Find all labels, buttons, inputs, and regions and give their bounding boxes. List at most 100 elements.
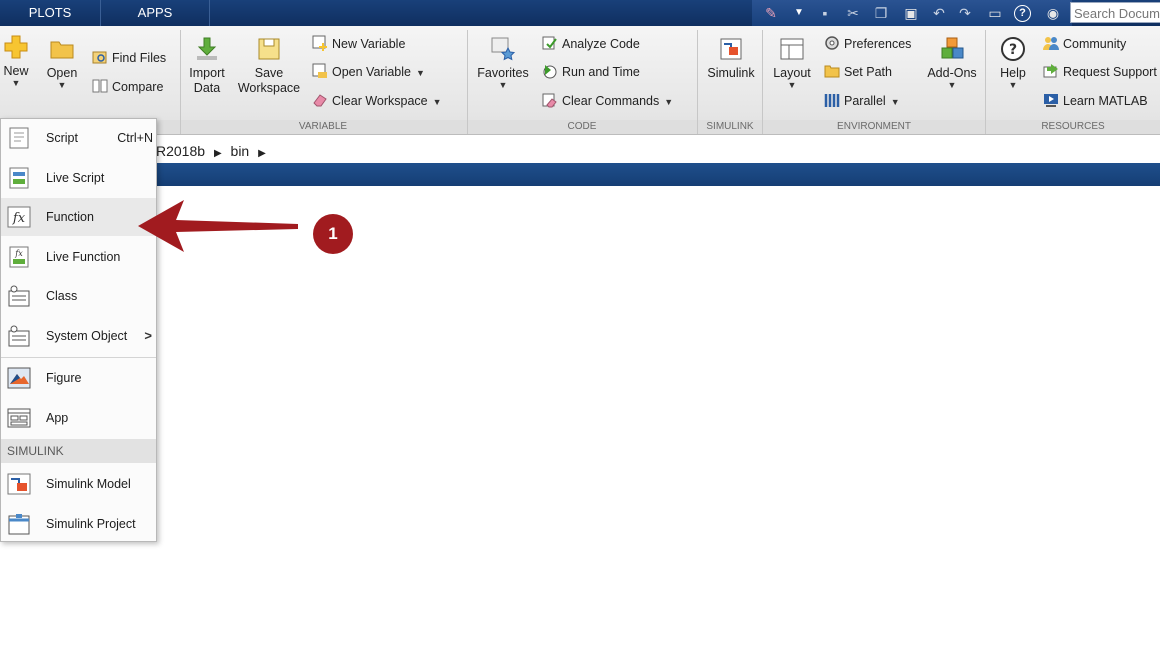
menu-item-app[interactable]: App <box>1 399 156 437</box>
section-label-environment: ENVIRONMENT <box>837 121 911 132</box>
analyze-code-icon <box>542 36 557 50</box>
set-path-button[interactable]: Set Path <box>824 62 892 82</box>
simulink-icon <box>720 38 742 60</box>
copy-icon[interactable]: ❐ <box>872 4 890 22</box>
app-icon <box>7 408 31 428</box>
menu-item-figure[interactable]: Figure <box>1 359 156 397</box>
menu-item-live-script[interactable]: Live Script <box>1 159 156 197</box>
compare-label: Compare <box>112 80 164 94</box>
run-and-time-button[interactable]: Run and Time <box>542 62 640 82</box>
chevron-down-icon: ▼ <box>787 80 797 90</box>
favorites-icon <box>491 37 516 61</box>
svg-text:fx: fx <box>14 249 23 258</box>
clear-workspace-label: Clear Workspace <box>332 94 428 108</box>
function-fx-icon: fx <box>7 206 31 228</box>
community-button[interactable]: Community <box>1043 34 1126 54</box>
help-icon: ? <box>1001 37 1025 61</box>
new-button[interactable]: New ▼ <box>0 34 32 88</box>
menu-item-label: Figure <box>46 371 82 385</box>
section-label-resources: RESOURCES <box>1041 121 1105 132</box>
cut-icon[interactable]: ✂ <box>844 4 862 22</box>
options-icon[interactable]: ◉ <box>1044 4 1062 22</box>
paintbrush-icon[interactable]: ✎ <box>762 4 780 22</box>
svg-text:fx: fx <box>12 211 26 226</box>
set-path-label: Set Path <box>844 65 892 79</box>
tab-apps[interactable]: APPS <box>101 0 210 26</box>
step-number-badge: 1 <box>313 214 353 254</box>
help-button[interactable]: ? Help ▼ <box>994 36 1032 90</box>
chevron-down-icon: ▼ <box>890 97 900 107</box>
tab-plots[interactable]: PLOTS <box>0 0 101 26</box>
add-ons-cubes-icon <box>941 37 964 59</box>
menu-item-label: System Object <box>46 329 128 343</box>
clear-commands-label: Clear Commands <box>562 94 660 108</box>
menu-item-live-function[interactable]: fx Live Function <box>1 238 156 276</box>
find-files-button[interactable]: Find Files <box>92 48 166 68</box>
menu-item-system-object[interactable]: System Object > <box>1 317 156 355</box>
switch-windows-icon[interactable]: ▭ <box>986 4 1004 22</box>
save-icon[interactable]: ▪ <box>816 4 834 22</box>
chevron-down-icon: ▼ <box>11 78 21 88</box>
plus-icon <box>4 35 28 59</box>
section-label-variable: VARIABLE <box>298 121 348 132</box>
chevron-down-icon: ▼ <box>432 97 442 107</box>
menu-item-function[interactable]: fx Function <box>1 198 156 236</box>
clear-commands-button[interactable]: Clear Commands ▼ <box>542 91 673 111</box>
section-divider <box>180 30 181 134</box>
preferences-button[interactable]: Preferences <box>824 34 911 54</box>
open-variable-button[interactable]: Open Variable ▼ <box>312 62 425 82</box>
new-dropdown-menu: Script Ctrl+N Live Script fx Function fx… <box>0 118 157 542</box>
simulink-button[interactable]: Simulink <box>704 36 758 81</box>
menu-item-simulink-model[interactable]: Simulink Model <box>1 465 156 503</box>
menu-item-label: Script <box>46 131 78 145</box>
parallel-button[interactable]: Parallel ▼ <box>824 91 900 111</box>
section-divider <box>985 30 986 134</box>
figure-icon <box>7 367 31 389</box>
menu-item-simulink-project[interactable]: Simulink Project <box>1 505 156 543</box>
help-icon[interactable]: ? <box>1014 5 1031 22</box>
chevron-down-icon[interactable]: ▼ <box>790 4 808 22</box>
system-object-icon <box>8 325 30 347</box>
save-workspace-label: Save Workspace <box>237 66 301 95</box>
redo-icon[interactable]: ↷ <box>956 4 974 22</box>
add-ons-label: Add-Ons <box>927 66 977 80</box>
import-data-label: Import Data <box>189 66 225 95</box>
compare-button[interactable]: Compare <box>92 77 163 97</box>
script-icon <box>9 127 29 149</box>
undo-icon[interactable]: ↶ <box>930 4 948 22</box>
panel-title-bar <box>0 163 1160 186</box>
paste-icon[interactable]: ▣ <box>902 4 920 22</box>
breadcrumb-item[interactable]: bin <box>231 143 250 159</box>
learn-matlab-button[interactable]: Learn MATLAB <box>1043 91 1148 111</box>
favorites-label: Favorites <box>477 66 529 80</box>
learn-matlab-label: Learn MATLAB <box>1063 94 1148 108</box>
menu-item-script[interactable]: Script Ctrl+N <box>1 119 156 157</box>
layout-button[interactable]: Layout ▼ <box>770 36 814 90</box>
layout-icon <box>780 38 804 60</box>
simulink-project-icon <box>8 514 30 535</box>
save-workspace-icon <box>258 38 280 60</box>
save-workspace-button[interactable]: Save Workspace <box>234 36 304 96</box>
preferences-label: Preferences <box>844 37 912 51</box>
import-data-button[interactable]: Import Data <box>186 36 228 96</box>
new-label: New <box>3 64 29 78</box>
svg-text:?: ? <box>1009 42 1017 58</box>
compare-icon <box>92 79 108 93</box>
quick-access-toolbar: ✎ ▼ ▪ ✂ ❐ ▣ ↶ ↷ ▭ ? ◉ <box>752 0 1072 26</box>
section-divider <box>467 30 468 134</box>
breadcrumb-item[interactable]: R2018b <box>156 143 205 159</box>
simulink-label: Simulink <box>707 66 755 80</box>
clear-workspace-button[interactable]: Clear Workspace ▼ <box>312 91 442 111</box>
analyze-code-button[interactable]: Analyze Code <box>542 34 640 54</box>
search-documentation-input[interactable]: Search Documentation <box>1070 2 1160 23</box>
menu-item-class[interactable]: Class <box>1 277 156 315</box>
favorites-button[interactable]: Favorites ▼ <box>474 36 532 90</box>
menu-item-label: Function <box>46 210 94 224</box>
open-button[interactable]: Open ▼ <box>42 36 82 90</box>
new-variable-button[interactable]: New Variable <box>312 34 405 54</box>
request-support-button[interactable]: Request Support <box>1043 62 1157 82</box>
live-script-icon <box>9 167 29 189</box>
menu-item-label: Live Script <box>46 171 105 185</box>
add-ons-button[interactable]: Add-Ons ▼ <box>924 36 980 90</box>
menu-section-header: SIMULINK <box>1 439 156 463</box>
